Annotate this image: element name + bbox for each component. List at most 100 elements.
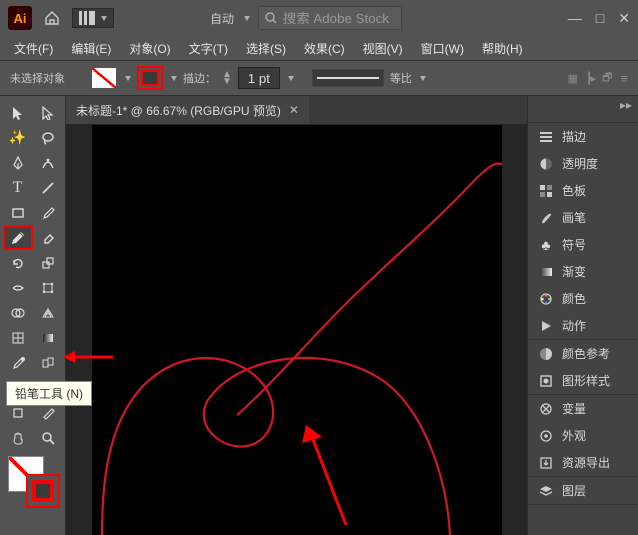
chevron-down-icon[interactable] — [125, 76, 131, 81]
menu-file[interactable]: 文件(F) — [8, 38, 59, 59]
panel-brushes[interactable]: 画笔 — [528, 204, 638, 231]
panel-appearance[interactable]: 外观 — [528, 422, 638, 449]
panel-variables[interactable]: 变量 — [528, 395, 638, 422]
workspace-switcher[interactable] — [72, 8, 114, 28]
close-button[interactable]: ✕ — [618, 10, 630, 27]
panel-label: 资源导出 — [562, 454, 610, 471]
symbols-icon: ♣ — [538, 237, 554, 253]
panel-swatches[interactable]: 色板 — [528, 177, 638, 204]
close-tab-button[interactable]: ✕ — [289, 103, 299, 117]
menu-window[interactable]: 窗口(W) — [415, 38, 470, 59]
paintbrush-tool[interactable] — [33, 200, 63, 225]
layers-icon — [538, 483, 554, 499]
free-transform-tool[interactable] — [33, 275, 63, 300]
stepper-icon[interactable]: ▲▼ — [222, 71, 232, 85]
perspective-grid-tool[interactable] — [33, 300, 63, 325]
menu-type[interactable]: 文字(T) — [183, 38, 234, 59]
scale-tool[interactable] — [33, 250, 63, 275]
fill-swatch[interactable] — [91, 67, 117, 89]
zoom-tool[interactable] — [33, 425, 63, 450]
type-tool[interactable]: T — [3, 175, 33, 200]
minimize-button[interactable]: — — [568, 10, 582, 27]
stroke-weight-input[interactable] — [238, 67, 280, 89]
stroke-profile[interactable] — [312, 69, 384, 87]
panel-stroke[interactable]: 描边 — [528, 123, 638, 150]
eraser-tool[interactable] — [33, 225, 63, 250]
pathfinder-icon[interactable]: ┣▸ — [586, 72, 594, 85]
curvature-tool[interactable] — [33, 150, 63, 175]
panel-label: 动作 — [562, 317, 586, 334]
chevron-down-icon — [101, 16, 107, 21]
chevron-down-icon[interactable] — [420, 76, 426, 81]
menu-object[interactable]: 对象(O) — [123, 38, 176, 59]
search-input[interactable] — [281, 10, 395, 27]
panel-graphic-styles[interactable]: 图形样式 — [528, 367, 638, 394]
stroke-color[interactable] — [26, 474, 60, 508]
menu-bar: 文件(F) 编辑(E) 对象(O) 文字(T) 选择(S) 效果(C) 视图(V… — [0, 36, 638, 61]
asset-export-icon — [538, 455, 554, 471]
maximize-button[interactable]: □ — [596, 10, 604, 27]
mesh-tool[interactable] — [3, 325, 33, 350]
home-icon[interactable] — [40, 6, 64, 30]
magic-wand-tool[interactable]: ✨ — [3, 125, 33, 150]
align-options-icon[interactable]: ▦ — [568, 72, 578, 85]
brushes-icon — [538, 210, 554, 226]
panel-label: 图形样式 — [562, 372, 610, 389]
panel-label: 外观 — [562, 427, 586, 444]
stroke-icon — [538, 129, 554, 145]
document-tab-bar: 未标题-1* @ 66.67% (RGB/GPU 预览) ✕ — [66, 96, 527, 125]
direct-selection-tool[interactable] — [33, 100, 63, 125]
panel-color[interactable]: 颜色 — [528, 285, 638, 312]
panel-actions[interactable]: 动作 — [528, 312, 638, 339]
actions-icon — [538, 318, 554, 334]
lasso-tool[interactable] — [33, 125, 63, 150]
stroke-profile-label: 等比 — [390, 70, 412, 86]
gradient-tool[interactable] — [33, 325, 63, 350]
dock-collapse-icon[interactable]: ▸▸ — [620, 98, 632, 120]
menu-select[interactable]: 选择(S) — [240, 38, 292, 59]
arrange-icon[interactable]: 🗗 — [602, 69, 612, 88]
menu-help[interactable]: 帮助(H) — [476, 38, 529, 59]
panel-label: 变量 — [562, 400, 586, 417]
panel-label: 符号 — [562, 236, 586, 253]
search-icon — [265, 12, 277, 24]
chevron-down-icon[interactable] — [244, 16, 250, 21]
title-bar: Ai 自动 — □ ✕ — [0, 0, 638, 36]
selection-tool[interactable] — [3, 100, 33, 125]
panel-color-guide[interactable]: 颜色参考 — [528, 340, 638, 367]
line-segment-tool[interactable] — [33, 175, 63, 200]
width-tool[interactable] — [3, 275, 33, 300]
canvas[interactable] — [92, 125, 502, 535]
fill-stroke-controls[interactable] — [6, 454, 60, 508]
transparency-icon — [538, 156, 554, 172]
hand-tool[interactable] — [3, 425, 33, 450]
pen-tool[interactable] — [3, 150, 33, 175]
document-tab[interactable]: 未标题-1* @ 66.67% (RGB/GPU 预览) ✕ — [66, 96, 309, 124]
panel-layers[interactable]: 图层 — [528, 477, 638, 504]
rectangle-tool[interactable] — [3, 200, 33, 225]
annotation-arrow-icon — [63, 349, 115, 365]
blend-tool[interactable] — [33, 350, 63, 375]
panel-transparency[interactable]: 透明度 — [528, 150, 638, 177]
gradient-icon — [538, 264, 554, 280]
menu-effect[interactable]: 效果(C) — [298, 38, 351, 59]
shape-builder-tool[interactable] — [3, 300, 33, 325]
menu-edit[interactable]: 编辑(E) — [65, 38, 117, 59]
panel-asset-export[interactable]: 资源导出 — [528, 449, 638, 476]
panel-label: 渐变 — [562, 263, 586, 280]
workspace-icon — [79, 11, 95, 25]
panel-symbols[interactable]: ♣ 符号 — [528, 231, 638, 258]
graphic-styles-icon — [538, 373, 554, 389]
rotate-tool[interactable] — [3, 250, 33, 275]
pencil-tool[interactable] — [3, 225, 33, 250]
eyedropper-tool[interactable] — [3, 350, 33, 375]
tool-tooltip: 铅笔工具 (N) — [6, 381, 92, 406]
search-stock[interactable] — [258, 6, 402, 30]
panel-menu-icon[interactable]: ≡ — [620, 71, 628, 86]
chevron-down-icon[interactable] — [171, 76, 177, 81]
panel-gradient[interactable]: 渐变 — [528, 258, 638, 285]
stroke-swatch[interactable] — [137, 66, 163, 90]
menu-view[interactable]: 视图(V) — [357, 38, 409, 59]
variables-icon — [538, 401, 554, 417]
chevron-down-icon[interactable] — [288, 76, 294, 81]
